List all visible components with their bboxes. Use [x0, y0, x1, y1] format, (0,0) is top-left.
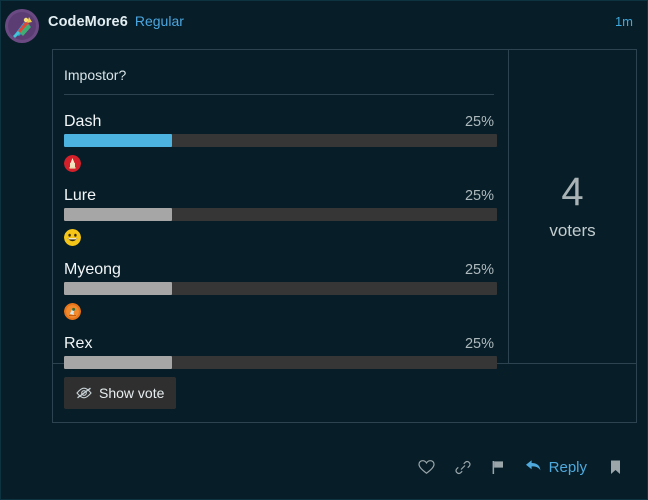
poll-option-header: Dash 25%	[64, 113, 494, 134]
poll-option-bar-fill	[64, 134, 173, 147]
show-vote-button[interactable]: Show vote	[64, 377, 177, 409]
orange-circle-avatar[interactable]	[64, 302, 81, 320]
poll-option-bar-track	[64, 134, 497, 147]
post-author-block: CodeMore6 Regular	[48, 13, 184, 30]
poll-option-label: Dash	[64, 113, 102, 130]
poll-body: Impostor? Dash 25% Lure 25% Myeong 25% R…	[53, 50, 636, 394]
show-vote-label: Show vote	[99, 385, 165, 401]
poll-option-bar-fill	[64, 282, 173, 295]
poll-option-header: Myeong 25%	[64, 261, 494, 282]
poll-option-percent: 25%	[464, 262, 494, 278]
poll-voters-count: 4	[561, 170, 584, 214]
poll-options-list: Dash 25% Lure 25% Myeong 25% Rex 25%	[64, 95, 497, 395]
poll-options-panel: Impostor? Dash 25% Lure 25% Myeong 25% R…	[53, 50, 509, 394]
eye-slash-icon	[76, 387, 92, 399]
poll-option-bar-fill	[64, 356, 173, 369]
bookmark-icon	[609, 459, 622, 476]
link-icon	[454, 459, 472, 475]
red-circle-avatar[interactable]	[64, 154, 81, 172]
poll-option[interactable]: Lure 25%	[64, 187, 497, 247]
poll-option-header: Lure 25%	[64, 187, 494, 208]
rocket-firework-avatar[interactable]	[5, 9, 39, 43]
poll-footer: Show vote	[53, 363, 636, 422]
poll-container: Impostor? Dash 25% Lure 25% Myeong 25% R…	[52, 49, 637, 423]
poll-option-header: Rex 25%	[64, 335, 494, 356]
poll-option-percent: 25%	[464, 114, 494, 130]
poll-question: Impostor?	[64, 64, 494, 95]
post-header: CodeMore6 Regular 1m	[1, 1, 648, 45]
poll-option-percent: 25%	[464, 188, 494, 204]
poll-voters-label: voters	[549, 221, 596, 240]
poll-voters-panel: 4 voters	[509, 50, 636, 363]
post-actions-bar: Reply	[409, 453, 633, 481]
flag-button[interactable]	[481, 453, 517, 481]
poll-option-voters	[64, 221, 494, 247]
poll-option-label: Lure	[64, 187, 97, 204]
reply-arrow-icon	[525, 458, 542, 477]
post-container: CodeMore6 Regular 1m Impostor? Dash 25%	[0, 0, 648, 500]
poll-option-bar-track	[64, 282, 497, 295]
poll-option-bar-track	[64, 356, 497, 369]
post-timestamp[interactable]: 1m	[615, 14, 633, 29]
reply-label: Reply	[548, 458, 587, 476]
reply-button[interactable]: Reply	[517, 453, 597, 481]
copy-link-button[interactable]	[445, 453, 481, 481]
like-button[interactable]	[409, 453, 445, 481]
poll-option-voters	[64, 147, 494, 173]
poll-option-label: Myeong	[64, 261, 121, 278]
heart-icon	[418, 459, 435, 475]
poll-option-percent: 25%	[464, 336, 494, 352]
poll-option-label: Rex	[64, 335, 93, 352]
user-title: Regular	[134, 13, 184, 29]
flag-icon	[491, 459, 506, 475]
smiley-emoji-avatar[interactable]	[64, 228, 81, 246]
poll-option-bar-fill	[64, 208, 173, 221]
poll-option[interactable]: Myeong 25%	[64, 261, 497, 321]
bookmark-button[interactable]	[597, 453, 633, 481]
poll-option[interactable]: Dash 25%	[64, 113, 497, 173]
poll-option-voters	[64, 295, 494, 321]
username[interactable]: CodeMore6	[48, 14, 128, 30]
poll-option-bar-track	[64, 208, 497, 221]
